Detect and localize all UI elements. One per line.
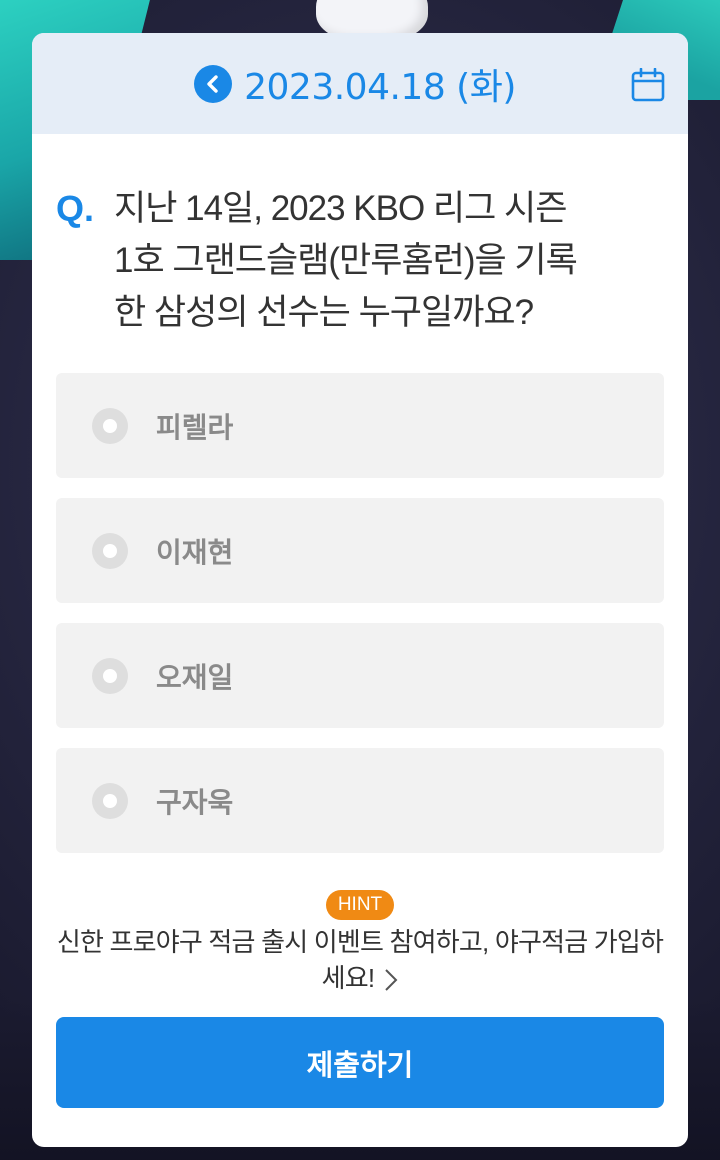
radio-icon[interactable] <box>92 532 128 569</box>
question-mark-label: Q. <box>56 188 95 229</box>
answer-option-1[interactable]: 피렐라 <box>56 373 664 478</box>
answer-option-label: 피렐라 <box>156 410 234 444</box>
hint-text: 신한 프로야구 적금 출시 이벤트 참여하고, 야구적금 가입하세요! <box>56 927 664 993</box>
submit-button[interactable]: 제출하기 <box>56 1017 664 1108</box>
answer-option-label: 이재현 <box>156 535 234 569</box>
question-text: 지난 14일, 2023 KBO 리그 시즌 1호 그랜드슬램(만루홈런)을 기… <box>114 183 578 339</box>
mascot-eye-right <box>374 0 404 2</box>
question-line: 1호 그랜드슬램(만루홈런)을 기록 <box>114 241 578 280</box>
date-label: 2023.04.18 (화) <box>244 66 516 108</box>
quiz-card: 2023.04.18 (화) Q. 지난 14일, 2023 KBO 리그 시즌… <box>32 33 688 1147</box>
radio-icon[interactable] <box>92 407 128 444</box>
chevron-left-icon <box>207 75 218 93</box>
answer-options: 피렐라 이재현 오재일 구자욱 <box>56 373 664 873</box>
prev-date-button[interactable] <box>194 65 232 103</box>
answer-option-3[interactable]: 오재일 <box>56 623 664 728</box>
answer-option-label: 오재일 <box>156 660 234 694</box>
question-line: 한 삼성의 선수는 누구일까요? <box>114 293 534 332</box>
date-header: 2023.04.18 (화) <box>32 33 688 134</box>
answer-option-4[interactable]: 구자욱 <box>56 748 664 853</box>
answer-option-label: 구자욱 <box>156 785 234 819</box>
calendar-button[interactable] <box>630 67 666 103</box>
calendar-icon <box>631 68 665 102</box>
chevron-right-icon <box>385 969 398 991</box>
question: Q. 지난 14일, 2023 KBO 리그 시즌 1호 그랜드슬램(만루홈런)… <box>56 183 664 339</box>
radio-icon[interactable] <box>92 657 128 694</box>
hint-badge: HINT <box>325 890 395 920</box>
question-line: 지난 14일, 2023 KBO 리그 시즌 <box>114 189 567 228</box>
submit-button-label: 제출하기 <box>306 1047 414 1082</box>
answer-option-2[interactable]: 이재현 <box>56 498 664 603</box>
hint-section: HINT 신한 프로야구 적금 출시 이벤트 참여하고, 야구적금 가입하세요! <box>32 890 688 996</box>
hint-link[interactable]: 신한 프로야구 적금 출시 이벤트 참여하고, 야구적금 가입하세요! <box>50 924 670 996</box>
radio-icon[interactable] <box>92 782 128 819</box>
mascot-eye-left <box>336 0 366 2</box>
